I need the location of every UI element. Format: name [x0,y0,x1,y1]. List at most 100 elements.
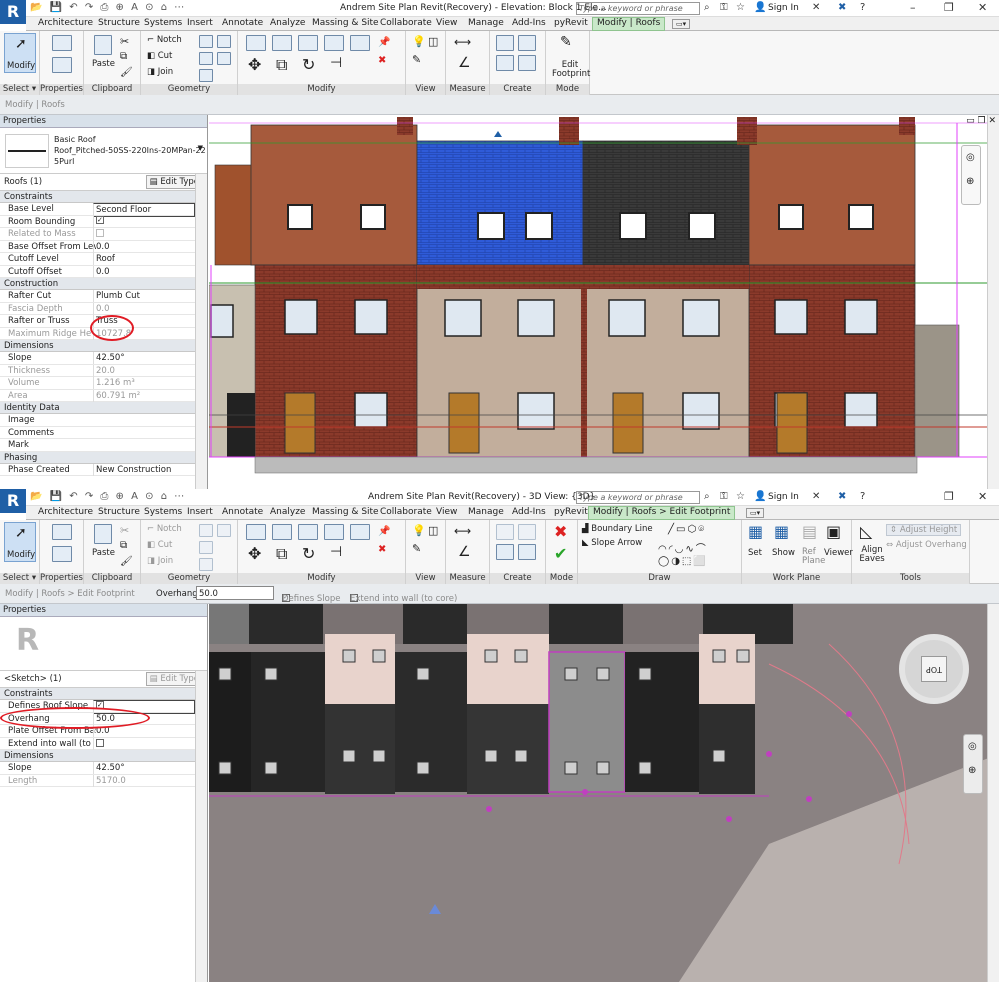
cut-geometry-button[interactable]: ◧ Cut [147,51,172,61]
prop-row[interactable]: Slope 42.50° [0,352,207,365]
finish-edit-mode-icon[interactable]: ✔ [554,544,567,563]
tab-add-ins[interactable]: Add-Ins [512,18,546,28]
exchange-icon[interactable]: ✕ [812,2,820,13]
ref-plane-button[interactable]: ▤ Ref Plane [798,522,825,570]
slope-arrow-button[interactable]: ◣ Slope Arrow [582,538,642,548]
offset-icon[interactable] [272,35,292,51]
tab-structure[interactable]: Structure [98,18,140,28]
overhang-input[interactable]: 50.0 [196,586,274,600]
minimize-icon[interactable]: – [910,1,916,14]
tab-manage[interactable]: Manage [468,507,504,517]
join-button[interactable]: ◨ Join [147,67,173,77]
tab-massing-site[interactable]: Massing & Site [312,18,379,28]
paste-icon[interactable] [94,35,112,55]
restore-icon[interactable]: ❐ [944,1,954,14]
revit-app-button[interactable]: R [0,489,26,513]
tab-collaborate[interactable]: Collaborate [380,507,432,517]
properties-icon[interactable] [52,546,72,562]
quick-access-toolbar[interactable]: 📂 💾 ↶ ↷ ⎙ ⊕ A ⊙ ⌂ ⋯ [30,2,186,13]
prop-row[interactable]: Comments [0,427,207,439]
mirror-axis-icon[interactable] [298,35,318,51]
tab-insert[interactable]: Insert [187,507,213,517]
mirror-axis-icon[interactable] [298,524,318,540]
zoom-icon[interactable]: ⊕ [968,765,976,776]
copy-element-icon[interactable]: ⧉ [276,544,287,564]
group-dimensions[interactable]: Dimensions [0,750,207,762]
mirror-draw-icon[interactable] [324,35,344,51]
split-icon[interactable] [350,524,370,540]
lightbulb-icon[interactable]: 💡 [412,524,426,537]
geometry-tool-4-icon[interactable] [217,52,231,65]
split-icon[interactable] [350,35,370,51]
boundary-line-button[interactable]: ▟ Boundary Line [582,524,653,534]
pin-icon[interactable]: 📌 [378,37,390,48]
offset-icon[interactable] [272,524,292,540]
instance-filter[interactable]: Roofs (1) ▤ Edit Type [0,174,207,191]
paste-icon[interactable] [94,524,112,544]
search-input[interactable]: Type a keyword or phrase [576,491,700,504]
view-tool-icon[interactable]: ◫ [428,524,438,537]
rotate-icon[interactable]: ↻ [302,544,315,563]
prop-row[interactable]: Mark [0,439,207,452]
view-scrollbar[interactable] [987,115,999,489]
viewer-button[interactable]: ▣ Viewer [822,522,853,570]
tab-pyrevit[interactable]: pyRevit [554,507,588,517]
prop-row[interactable]: Extend into wall (to co... [0,737,207,750]
tab-annotate[interactable]: Annotate [222,507,263,517]
cut-clipboard-icon[interactable]: ✂ [120,35,129,48]
properties-scrollbar[interactable] [195,174,207,489]
cancel-edit-mode-icon[interactable]: ✖ [554,522,567,541]
quick-access-toolbar[interactable]: 📂 💾 ↶ ↷ ⎙ ⊕ A ⊙ ⌂ ⋯ [30,491,186,502]
prop-row[interactable]: Cutoff Level Roof [0,253,207,266]
tab-collaborate[interactable]: Collaborate [380,18,432,28]
view-cube-top-face[interactable]: TOP [921,656,947,682]
zoom-icon[interactable]: ⊕ [966,176,974,187]
tab-systems[interactable]: Systems [144,507,182,517]
delete-icon[interactable]: ✖ [378,55,386,66]
prop-row[interactable]: Phase Created New Construction [0,463,207,476]
draw-shapes-row3-icon[interactable]: ◯◑⬚⬜ [658,556,708,567]
group-construction[interactable]: Construction [0,278,207,290]
binoculars-icon[interactable]: ⌕ [704,491,710,502]
create-group-icon[interactable] [496,55,514,71]
dimension-icon[interactable]: ∠ [458,544,471,560]
tab-insert[interactable]: Insert [187,18,213,28]
geometry-tool-2-icon[interactable] [217,35,231,48]
search-input[interactable]: Type a keyword or phrase [576,2,700,15]
autodesk-icon[interactable]: ✖ [838,2,846,13]
match-properties-icon[interactable]: 🖌 [120,556,133,567]
exchange-icon[interactable]: ✕ [812,491,820,502]
type-properties-icon[interactable] [52,524,72,540]
paste-button[interactable]: Paste [92,548,115,558]
view-window-controls[interactable]: ▭ ❐ ✕ [966,116,996,126]
prop-row[interactable]: Room Bounding [0,215,207,228]
group-phasing[interactable]: Phasing [0,451,207,464]
user-icon[interactable]: 👤 [754,491,766,502]
group-identity-data[interactable]: Identity Data [0,402,207,414]
properties-scrollbar[interactable] [195,671,207,982]
group-constraints[interactable]: Constraints [0,191,207,203]
trim-icon[interactable]: ⊣ [330,544,342,560]
copy-icon[interactable]: ⧉ [120,540,127,551]
paste-button[interactable]: Paste [92,59,115,69]
copy-element-icon[interactable]: ⧉ [276,55,287,75]
type-properties-icon[interactable] [52,35,72,51]
tab-modify-roofs[interactable]: Modify | Roofs [592,17,666,31]
dimension-icon[interactable]: ∠ [458,55,471,71]
tab-view[interactable]: View [436,18,457,28]
align-icon[interactable] [246,35,266,51]
tab-massing-site[interactable]: Massing & Site [312,507,379,517]
prop-row[interactable]: Image [0,414,207,427]
create-parts-icon[interactable] [518,35,536,51]
tab-structure[interactable]: Structure [98,507,140,517]
steering-wheel-icon[interactable]: ◎ [968,741,977,752]
set-button[interactable]: ▦ Set [746,522,768,570]
communication-icon[interactable]: ☆ [736,2,745,13]
tab-annotate[interactable]: Annotate [222,18,263,28]
navigation-bar[interactable]: ◎ ⊕ [961,145,981,205]
close-icon[interactable]: ✕ [978,490,987,503]
close-icon[interactable]: ✕ [978,1,987,14]
align-eaves-button[interactable]: ◺ Align Eaves [854,522,884,570]
subscription-icon[interactable]: ⚿ [720,491,728,502]
3d-view[interactable]: TOP ◎ ⊕ [209,604,999,982]
